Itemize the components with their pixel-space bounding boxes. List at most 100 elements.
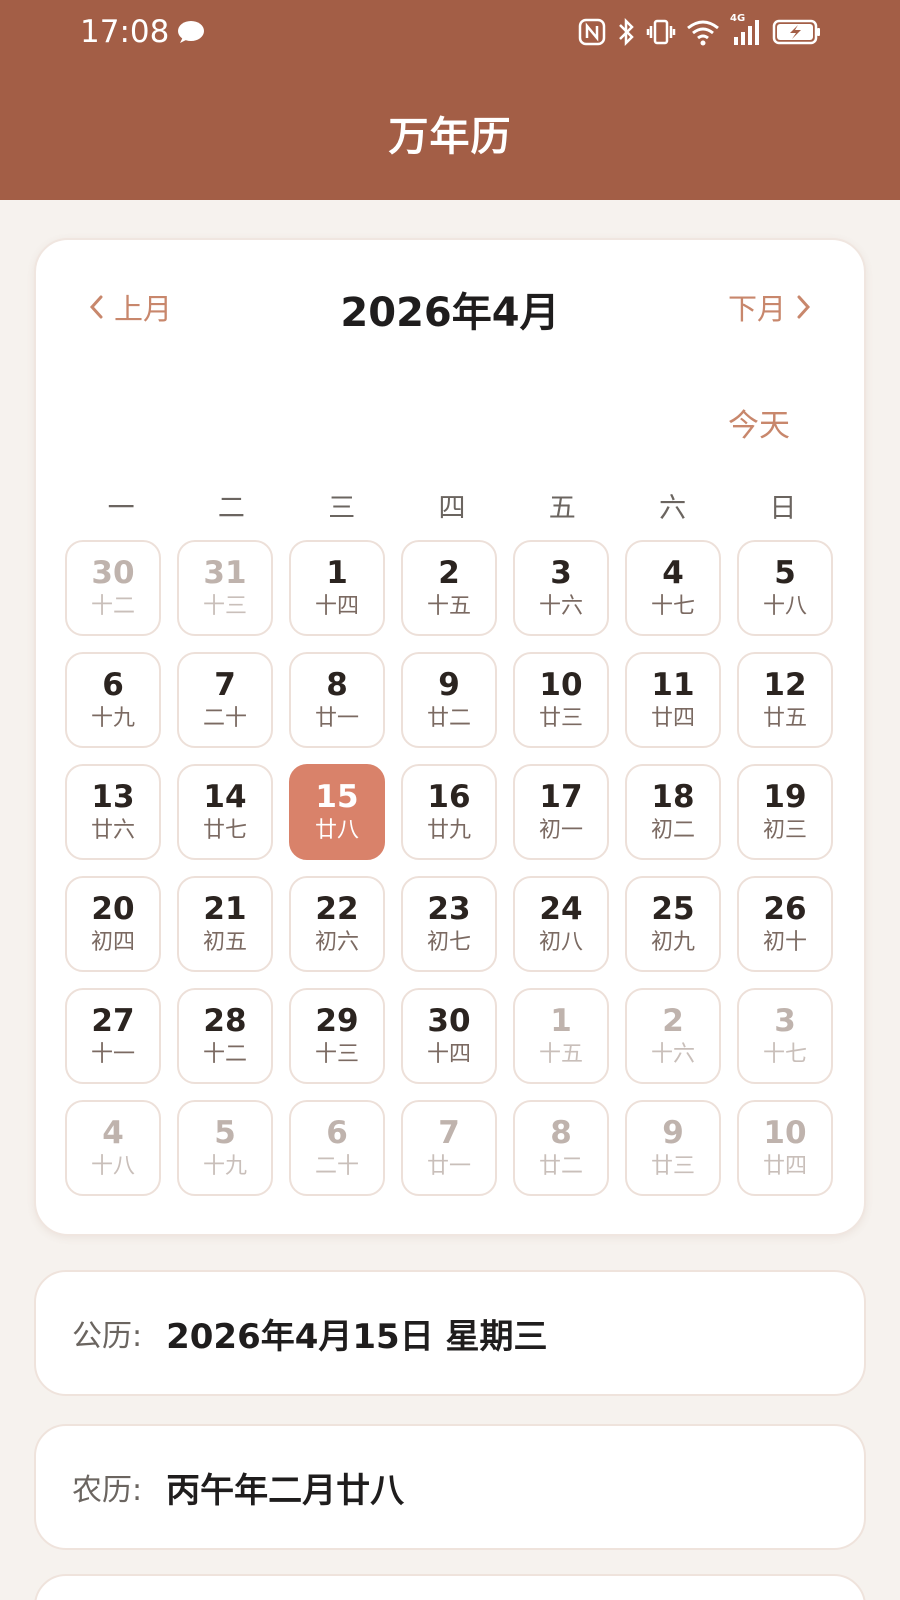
day-number: 1 bbox=[550, 1003, 572, 1039]
day-cell[interactable]: 31 十三 bbox=[177, 540, 273, 636]
day-cell[interactable]: 21 初五 bbox=[177, 876, 273, 972]
day-number: 2 bbox=[662, 1003, 684, 1039]
today-button[interactable]: 今天 bbox=[728, 400, 790, 445]
lunar-day: 廿二 bbox=[426, 706, 471, 731]
chevron-right-icon bbox=[797, 295, 811, 319]
day-cell[interactable]: 2 十六 bbox=[625, 988, 721, 1084]
day-number: 23 bbox=[427, 891, 471, 927]
day-number: 16 bbox=[427, 779, 471, 815]
day-number: 30 bbox=[91, 555, 135, 591]
lunar-day: 十六 bbox=[650, 1042, 695, 1067]
lunar-day: 初二 bbox=[650, 818, 695, 843]
lunar-day: 十三 bbox=[202, 594, 247, 619]
day-cell[interactable]: 8 廿一 bbox=[289, 652, 385, 748]
day-cell[interactable]: 27 十一 bbox=[65, 988, 161, 1084]
day-cell[interactable]: 25 初九 bbox=[625, 876, 721, 972]
lunar-day: 十六 bbox=[538, 594, 583, 619]
day-cell[interactable]: 3 十六 bbox=[513, 540, 609, 636]
weekday-label: 一 bbox=[107, 493, 135, 524]
lunar-day: 十八 bbox=[90, 1154, 135, 1179]
wifi-icon bbox=[687, 20, 719, 46]
day-cell[interactable]: 8 廿二 bbox=[513, 1100, 609, 1196]
weekday-label: 日 bbox=[769, 493, 797, 524]
day-number: 31 bbox=[203, 555, 247, 591]
day-cell[interactable]: 6 十九 bbox=[65, 652, 161, 748]
lunar-date-label: 农历: bbox=[72, 1473, 143, 1508]
day-number: 5 bbox=[774, 555, 796, 591]
day-number: 19 bbox=[763, 779, 807, 815]
day-number: 11 bbox=[651, 667, 695, 703]
lunar-day: 十四 bbox=[426, 1042, 471, 1067]
day-number: 17 bbox=[539, 779, 583, 815]
day-number: 10 bbox=[763, 1115, 807, 1151]
day-number: 20 bbox=[91, 891, 135, 927]
day-cell[interactable]: 18 初二 bbox=[625, 764, 721, 860]
day-grid: 30 十二 31 十三 1 十四 2 十五 3 十六 4 十七 5 十八 6 十九 7 二十 8 廿一 9 廿二 10 廿三 1… bbox=[65, 540, 833, 1196]
day-cell[interactable]: 17 初一 bbox=[513, 764, 609, 860]
lunar-day: 廿六 bbox=[90, 818, 135, 843]
day-cell[interactable]: 28 十二 bbox=[177, 988, 273, 1084]
vibrate-icon bbox=[646, 19, 676, 45]
day-cell[interactable]: 30 十二 bbox=[65, 540, 161, 636]
day-cell[interactable]: 30 十四 bbox=[401, 988, 497, 1084]
lunar-day: 十一 bbox=[90, 1042, 135, 1067]
lunar-day: 廿八 bbox=[314, 818, 359, 843]
next-month-button[interactable]: 下月 bbox=[728, 286, 812, 328]
day-cell[interactable]: 22 初六 bbox=[289, 876, 385, 972]
lunar-day: 十九 bbox=[90, 706, 135, 731]
day-cell[interactable]: 10 廿四 bbox=[737, 1100, 833, 1196]
day-cell[interactable]: 19 初三 bbox=[737, 764, 833, 860]
day-cell[interactable]: 9 廿三 bbox=[625, 1100, 721, 1196]
day-cell[interactable]: 5 十八 bbox=[737, 540, 833, 636]
day-number: 24 bbox=[539, 891, 583, 927]
day-cell[interactable]: 3 十七 bbox=[737, 988, 833, 1084]
lunar-day: 十五 bbox=[538, 1042, 583, 1067]
day-cell[interactable]: 9 廿二 bbox=[401, 652, 497, 748]
battery-charging-icon bbox=[772, 19, 820, 45]
day-number: 26 bbox=[763, 891, 807, 927]
day-cell[interactable]: 5 十九 bbox=[177, 1100, 273, 1196]
day-cell[interactable]: 4 十七 bbox=[625, 540, 721, 636]
day-cell[interactable]: 7 廿一 bbox=[401, 1100, 497, 1196]
day-cell[interactable]: 24 初八 bbox=[513, 876, 609, 972]
lunar-day: 十二 bbox=[90, 594, 135, 619]
day-number: 30 bbox=[427, 1003, 471, 1039]
day-cell[interactable]: 1 十四 bbox=[289, 540, 385, 636]
day-cell[interactable]: 7 二十 bbox=[177, 652, 273, 748]
day-number: 8 bbox=[326, 667, 348, 703]
lunar-day: 初五 bbox=[202, 930, 247, 955]
weekday-label: 四 bbox=[438, 493, 466, 524]
day-cell[interactable]: 13 廿六 bbox=[65, 764, 161, 860]
day-cell[interactable]: 11 廿四 bbox=[625, 652, 721, 748]
lunar-day: 廿五 bbox=[762, 706, 807, 731]
day-number: 1 bbox=[326, 555, 348, 591]
app-header: 17:08 4G 万年历 bbox=[0, 0, 900, 200]
cellular-signal: 4G bbox=[730, 13, 762, 47]
day-cell[interactable]: 4 十八 bbox=[65, 1100, 161, 1196]
weekday-label: 二 bbox=[217, 493, 245, 524]
day-number: 3 bbox=[774, 1003, 796, 1039]
day-number: 6 bbox=[326, 1115, 348, 1151]
day-cell-selected[interactable]: 15 廿八 bbox=[289, 764, 385, 860]
day-cell[interactable]: 1 十五 bbox=[513, 988, 609, 1084]
day-cell[interactable]: 12 廿五 bbox=[737, 652, 833, 748]
day-cell[interactable]: 26 初十 bbox=[737, 876, 833, 972]
lunar-day: 十九 bbox=[202, 1154, 247, 1179]
message-notification-icon bbox=[178, 21, 205, 43]
day-cell[interactable]: 14 廿七 bbox=[177, 764, 273, 860]
lunar-day: 廿三 bbox=[538, 706, 583, 731]
day-cell[interactable]: 23 初七 bbox=[401, 876, 497, 972]
day-cell[interactable]: 10 廿三 bbox=[513, 652, 609, 748]
status-time: 17:08 bbox=[80, 14, 170, 50]
day-cell[interactable]: 16 廿九 bbox=[401, 764, 497, 860]
day-cell[interactable]: 2 十五 bbox=[401, 540, 497, 636]
day-number: 13 bbox=[91, 779, 135, 815]
day-cell[interactable]: 29 十三 bbox=[289, 988, 385, 1084]
lunar-day: 初八 bbox=[538, 930, 583, 955]
day-cell[interactable]: 6 二十 bbox=[289, 1100, 385, 1196]
day-number: 9 bbox=[438, 667, 460, 703]
day-cell[interactable]: 20 初四 bbox=[65, 876, 161, 972]
lunar-day: 廿一 bbox=[426, 1154, 471, 1179]
weekday-label: 三 bbox=[328, 493, 356, 524]
day-number: 27 bbox=[91, 1003, 135, 1039]
